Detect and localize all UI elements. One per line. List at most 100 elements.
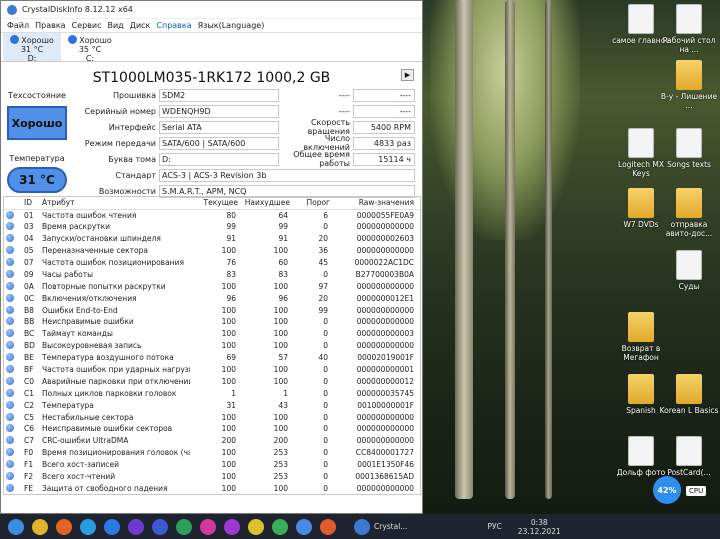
table-row[interactable]: 04 Запуски/остановки шпинделя 91 91 20 000000…	[4, 233, 420, 245]
menu-edit[interactable]: Правка	[32, 21, 68, 30]
desktop-icon-folder[interactable]: Songs texts	[658, 128, 720, 169]
col-current[interactable]: Текущее	[190, 197, 238, 210]
table-row[interactable]: BE Температура воздушного потока 69 57 40 000…	[4, 352, 420, 364]
transfer-value: SATA/600 | SATA/600	[159, 136, 279, 150]
cell-id: C7	[24, 436, 35, 446]
col-attribute[interactable]: Атрибут	[40, 197, 190, 210]
table-row[interactable]: C5 Нестабильные сектора 100 100 0 00000000000…	[4, 411, 420, 423]
cpu-gauge[interactable]: 42%	[653, 476, 681, 504]
desktop-icon-folder[interactable]: В-у - Лишение ...	[658, 60, 720, 110]
cell-id: FE	[24, 483, 34, 493]
menu-file[interactable]: Файл	[4, 21, 32, 30]
clock[interactable]: 0:38 23.12.2021	[518, 518, 561, 536]
table-row[interactable]: BF Частота ошибок при ударных нагрузках 10…	[4, 364, 420, 376]
app-icon[interactable]	[248, 518, 264, 535]
start-icon[interactable]	[8, 518, 24, 535]
table-row[interactable]: 05 Переназначенные сектора 100 100 36 0000000…	[4, 245, 420, 257]
table-row[interactable]: 03 Время раскрутки 99 99 0 000000000000	[4, 221, 420, 233]
health-status-button[interactable]: Хорошо	[7, 106, 67, 140]
cell-worst: 60	[278, 258, 288, 267]
menu-view[interactable]: Вид	[104, 21, 126, 30]
cell-id: BD	[24, 341, 35, 351]
cell-id: C6	[24, 424, 35, 434]
window-title: CrystalDiskInfo 8.12.12 x64	[22, 5, 133, 14]
word-icon[interactable]	[104, 518, 120, 535]
table-row[interactable]: F1 Всего хост-записей 100 253 0 0001E1350F46	[4, 459, 420, 471]
status-dot-icon	[6, 234, 14, 243]
table-row[interactable]: C0 Аварийные парковки при отключении пит.…	[4, 375, 420, 387]
torrent-icon[interactable]	[272, 518, 288, 535]
photo-icon	[628, 4, 654, 34]
language-indicator[interactable]: РУС	[487, 522, 501, 531]
table-row[interactable]: F2 Всего хост-чтений 100 253 0 0001368615AD	[4, 471, 420, 483]
desktop-icon-folder[interactable]: отправка авито-дос...	[658, 188, 720, 238]
app-icon[interactable]	[296, 518, 312, 535]
table-row[interactable]: C7 CRC-ошибки UltraDMA 200 200 0 000000000000	[4, 435, 420, 447]
menu-help[interactable]: Справка	[153, 21, 194, 30]
table-row[interactable]: 01 Частота ошибок чтения 80 64 6 0000055FE0A9	[4, 209, 420, 221]
status-dot-icon	[6, 258, 14, 266]
table-row[interactable]: 0A Повторные попытки раскрутки 100 100 97 000…	[4, 280, 420, 292]
status-dot-icon	[6, 329, 14, 338]
table-row[interactable]: C6 Неисправимые ошибки секторов 100 100 0 000…	[4, 423, 420, 435]
cell-attribute: Полных циклов парковки головок	[42, 388, 177, 398]
menu-disk[interactable]: Диск	[127, 21, 154, 30]
desktop-icon-folder[interactable]: Возврат в Мегафон	[610, 312, 672, 362]
cell-worst: 83	[278, 269, 288, 279]
telegram-icon[interactable]	[80, 518, 96, 535]
cell-id: F1	[24, 460, 34, 470]
col-threshold[interactable]: Порог	[290, 197, 330, 210]
menu-service[interactable]: Сервис	[69, 21, 105, 30]
disk-tab-d[interactable]: Хорошо 31 °C D:	[3, 33, 61, 63]
table-row[interactable]: BD Высокоуровневая запись 100 100 0 000000000…	[4, 340, 420, 352]
app-icon[interactable]	[176, 518, 192, 535]
col-worst[interactable]: Наихудшее	[238, 197, 290, 210]
onenote-icon[interactable]	[224, 518, 240, 535]
cell-current: 76	[226, 258, 236, 267]
desktop-icon-folder[interactable]: Рабочий стол на ...	[658, 4, 720, 54]
cell-raw: 000000002603	[356, 234, 414, 244]
cell-threshold: 0	[323, 365, 328, 375]
table-row[interactable]: F0 Время позиционирования головок (часы) 1…	[4, 447, 420, 459]
table-row[interactable]: FE Защита от свободного падения 100 100 0 000…	[4, 482, 420, 494]
crystaldiskinfo-taskbar-label[interactable]: Crystal...	[374, 522, 407, 531]
table-row[interactable]: 07 Частота ошибок позиционирования 76 60 45 0…	[4, 257, 420, 269]
temperature-badge[interactable]: 31 °C	[7, 167, 67, 193]
cell-threshold: 0	[323, 448, 328, 458]
chrome-icon[interactable]	[32, 518, 48, 535]
crystaldiskinfo-taskbar-icon[interactable]	[354, 518, 370, 535]
cell-current: 100	[221, 246, 236, 256]
col-id[interactable]: ID	[22, 197, 40, 210]
cell-id: B8	[24, 305, 34, 315]
menu-language[interactable]: Язык(Language)	[195, 21, 268, 30]
desktop-icon-folder[interactable]: Korean L Basics	[658, 374, 720, 415]
viber-icon[interactable]	[128, 518, 144, 535]
status-dot-icon	[6, 365, 14, 374]
desktop-icon-folder[interactable]: Суды	[658, 250, 720, 291]
status-dot-icon	[6, 448, 14, 457]
table-row[interactable]: 0C Включения/отключения 96 96 20 0000000012E1	[4, 292, 420, 304]
app-icon[interactable]	[152, 518, 168, 535]
title-bar[interactable]: CrystalDiskInfo 8.12.12 x64	[1, 1, 422, 19]
document-icon	[628, 128, 654, 158]
col-raw[interactable]: Raw-значения	[330, 197, 420, 210]
cell-attribute: Нестабильные сектора	[42, 412, 134, 422]
table-row[interactable]: C1 Полных циклов парковки головок 1 1 0 00000…	[4, 387, 420, 399]
cell-threshold: 0	[323, 424, 328, 434]
table-row[interactable]: 09 Часы работы 83 83 0 B27700003B0A	[4, 268, 420, 280]
table-row[interactable]: BC Таймаут команды 100 100 0 000000000003	[4, 328, 420, 340]
app-icon[interactable]	[320, 518, 336, 535]
desktop-icon-folder[interactable]: PostCard(...	[658, 436, 720, 477]
status-dot-icon	[6, 293, 14, 302]
firefox-icon[interactable]	[56, 518, 72, 535]
table-row[interactable]: C2 Температура 31 43 0 00100000001F	[4, 399, 420, 411]
poweron-value: 4833 раз	[353, 136, 415, 150]
firmware-value: SDM2	[159, 88, 279, 102]
cell-threshold: 6	[323, 210, 328, 220]
cell-threshold: 20	[318, 293, 328, 303]
table-row[interactable]: BB Неисправимые ошибки 100 100 0 000000000000	[4, 316, 420, 328]
disk-tab-c[interactable]: Хорошо 35 °C C:	[61, 33, 119, 63]
next-drive-button[interactable]: ▶	[401, 69, 414, 81]
table-row[interactable]: B8 Ошибки End-to-End 100 100 99 000000000000	[4, 304, 420, 316]
app-icon[interactable]	[200, 518, 216, 535]
